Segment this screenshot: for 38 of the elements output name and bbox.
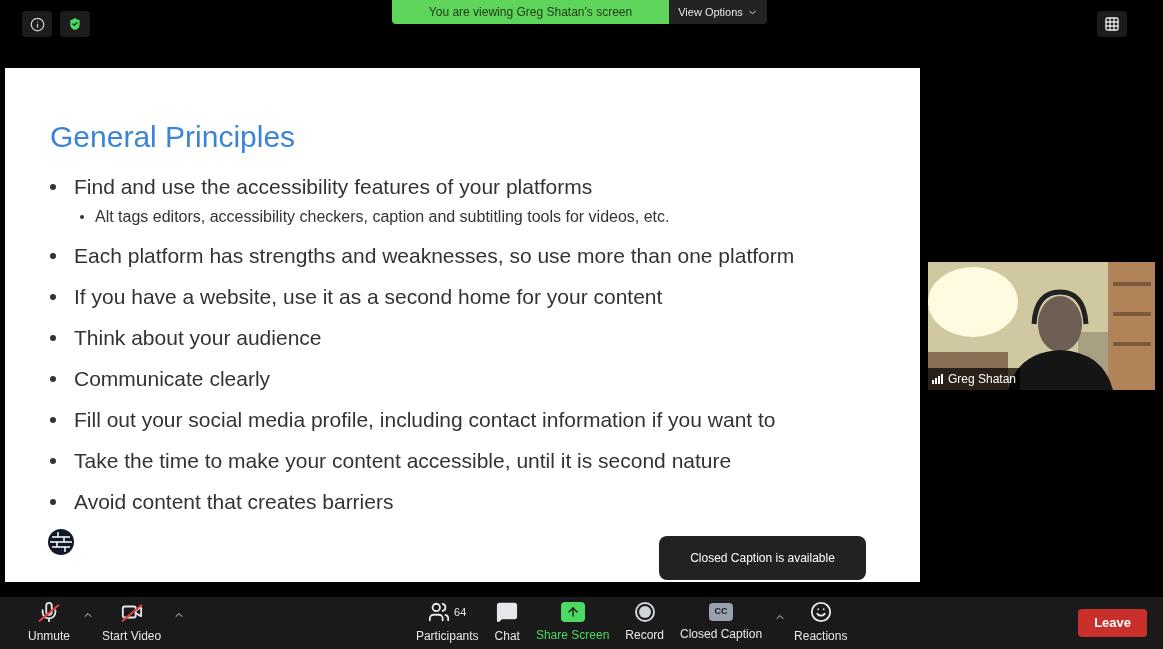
toolbar-button[interactable]: 64 Participants [407, 601, 487, 645]
toolbar-button[interactable]: Record [617, 602, 672, 644]
signal-icon [932, 374, 944, 384]
bullet-text: Take the time to make your content accessible, until it is second nature [74, 448, 732, 474]
security-shield-button[interactable] [60, 11, 90, 37]
viewing-banner: You are viewing Greg Shatan's screen [392, 0, 669, 24]
grid-icon [1104, 16, 1120, 32]
toolbar-button[interactable]: Chat [486, 601, 528, 645]
bullet-text: Avoid content that creates barriers [74, 489, 394, 515]
bullet-text: Alt tags editors, accessibility checkers, caption and subtitling tools for videos, etc. [95, 207, 670, 227]
tooltip: Closed Caption is available [659, 536, 866, 580]
globe-logo-icon [48, 529, 74, 555]
participants-icon [428, 601, 451, 623]
reactions-icon [809, 601, 832, 623]
leave-button[interactable]: Leave [1078, 609, 1147, 637]
slide-title: General Principles [50, 119, 297, 155]
bullet-text: Think about your audience [74, 325, 322, 351]
info-icon [29, 16, 45, 32]
toolbar-button[interactable]: Start Video [94, 601, 170, 645]
shield-icon [67, 16, 83, 32]
bullet-text: Each platform has strengths and weaknesses, so use more than one platform [74, 243, 795, 269]
chat-icon [496, 601, 519, 623]
view-options-button[interactable]: View Options [669, 0, 767, 24]
bullet-text: Find and use the accessibility features of your platforms [74, 174, 593, 200]
caption-icon: CC [709, 603, 734, 621]
toolbar-button[interactable]: CC Closed Caption [672, 603, 771, 643]
bullet-text: If you have a website, use it as a second home for your content [74, 284, 663, 310]
info-button[interactable] [22, 11, 52, 37]
participant-name: Greg Shatan [948, 371, 1017, 388]
toolbar-button[interactable]: Share Screen [527, 602, 618, 644]
bullet-text: Fill out your social media profile, including contact information if you want to [74, 407, 776, 433]
gallery-view-button[interactable] [1097, 11, 1127, 37]
toolbar-button[interactable]: Unmute [20, 601, 79, 645]
share-screen-icon [560, 602, 585, 622]
toolbar-button[interactable]: Reactions [786, 601, 856, 645]
record-icon [634, 602, 655, 622]
participant-count: 64 [454, 604, 467, 620]
bullet-text: Communicate clearly [74, 366, 271, 392]
